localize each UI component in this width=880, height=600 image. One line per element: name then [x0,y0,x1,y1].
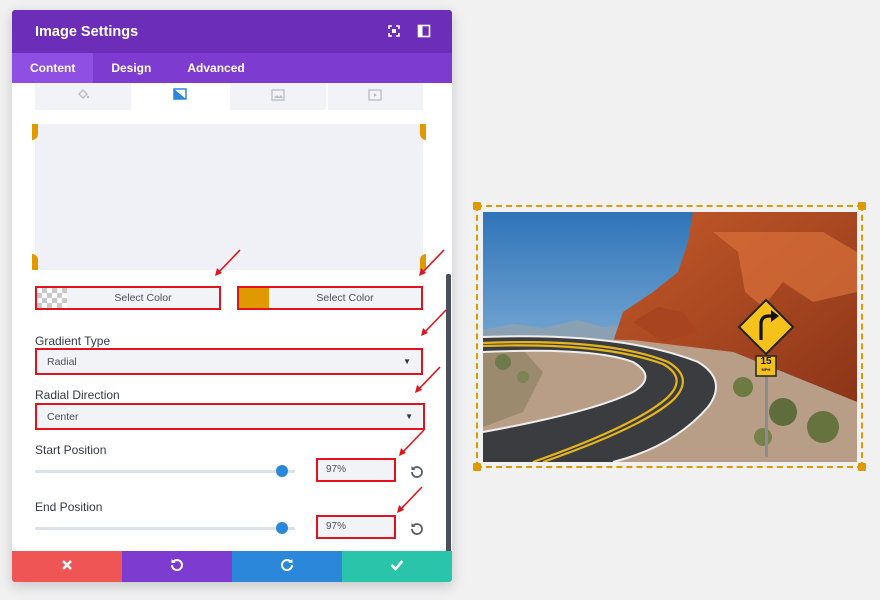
start-position-label: Start Position [35,443,107,457]
background-subtabs [35,83,423,110]
gradient-color-1-button[interactable]: Select Color [35,286,221,310]
frame-handle[interactable] [858,463,866,471]
start-position-input[interactable]: 97% [316,458,396,482]
redo-button[interactable] [232,551,342,582]
chevron-down-icon: ▼ [403,357,411,366]
color-2-swatch [239,288,269,308]
reset-icon[interactable] [410,464,424,478]
tab-design[interactable]: Design [93,53,169,83]
discard-button[interactable] [12,551,122,582]
frame-handle[interactable] [473,463,481,471]
annotation-arrow [421,309,447,336]
annotation-arrow [419,249,445,276]
fullscreen-icon[interactable] [387,24,401,38]
radial-direction-select[interactable]: Center ▼ [35,403,425,430]
start-position-slider[interactable] [35,470,295,473]
redo-icon [280,557,294,576]
annotation-arrow [415,366,441,393]
end-position-input[interactable]: 97% [316,515,396,539]
start-position-thumb[interactable] [276,465,288,477]
end-position-thumb[interactable] [276,522,288,534]
road-photo: 15 MPH [483,212,857,462]
sidebar-toggle-icon[interactable] [417,24,431,38]
annotation-arrow [399,429,425,456]
frame-handle[interactable] [858,202,866,210]
gradient-color-2-button[interactable]: Select Color [237,286,423,310]
annotation-arrow [397,486,423,513]
color-1-swatch [37,288,67,308]
subtab-color[interactable] [35,83,131,110]
gradient-icon [173,87,187,105]
panel-title: Image Settings [35,23,139,40]
panel-footer [12,551,452,582]
speed-sign-unit: MPH [761,367,771,372]
radial-direction-value: Center [47,410,79,423]
subtab-image[interactable] [230,83,326,110]
check-icon [390,558,404,576]
image-module-frame[interactable]: 15 MPH [473,202,866,471]
end-position-slider[interactable] [35,527,295,530]
gradient-type-select[interactable]: Radial ▼ [35,348,423,375]
tab-content[interactable]: Content [12,53,94,83]
save-button[interactable] [342,551,452,582]
undo-button[interactable] [122,551,232,582]
gradient-type-label: Gradient Type [35,334,111,348]
subtab-video[interactable] [327,83,423,110]
preview-corner-marker [32,124,38,140]
frame-handle[interactable] [473,202,481,210]
tab-advanced[interactable]: Advanced [169,53,262,83]
close-icon [61,558,73,576]
panel-header: Image Settings [12,10,452,53]
color-2-label: Select Color [316,292,374,304]
content-area: Select Color Select Color Gradient Type … [12,83,452,564]
gradient-type-value: Radial [47,355,77,368]
annotation-arrow [215,249,241,276]
panel-tabs: Content Design Advanced [12,53,452,83]
color-1-label: Select Color [114,292,172,304]
image-settings-panel: Image Settings Content Design Advanced S… [12,10,452,582]
chevron-down-icon: ▼ [405,412,413,421]
end-position-label: End Position [35,500,103,514]
image-icon [271,88,285,106]
preview-corner-marker [32,254,38,270]
undo-icon [170,557,184,576]
preview-corner-marker [420,124,426,140]
video-icon [368,88,382,106]
paint-bucket-icon [76,87,90,106]
reset-icon[interactable] [410,521,424,535]
subtab-gradient[interactable] [132,83,228,110]
radial-direction-label: Radial Direction [35,388,120,402]
